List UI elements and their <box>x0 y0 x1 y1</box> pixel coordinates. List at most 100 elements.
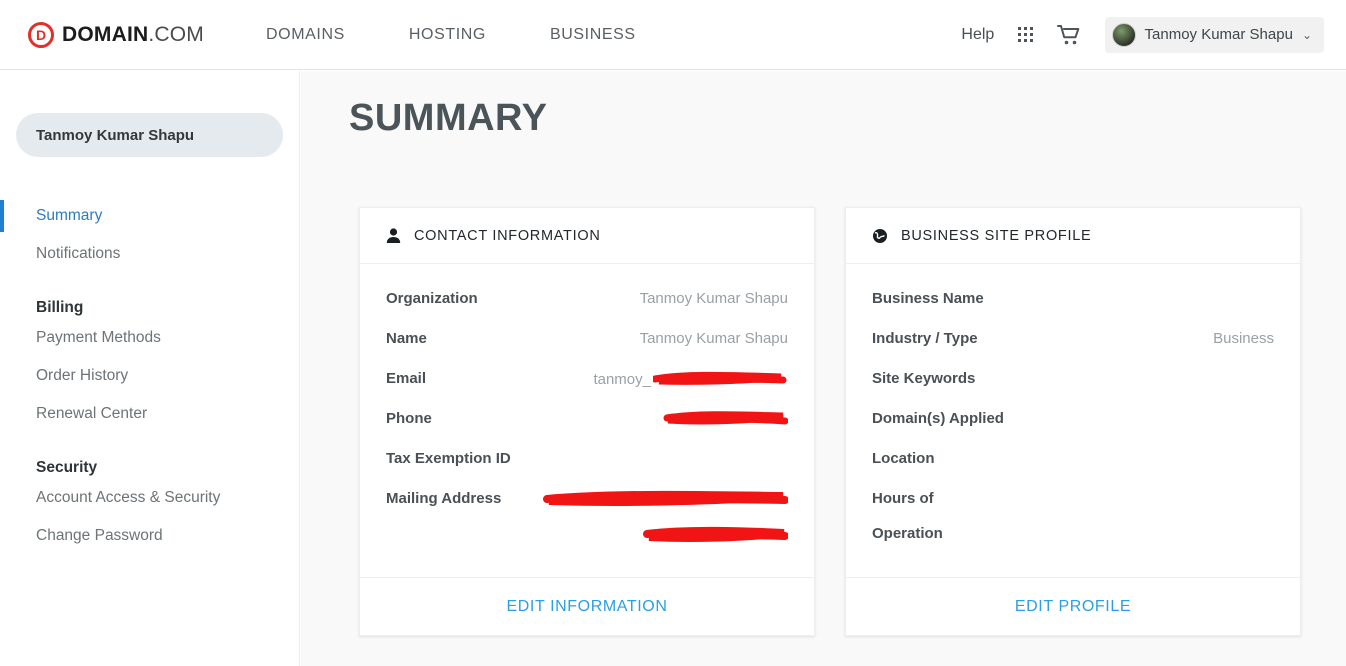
sidebar-item-summary[interactable]: Summary <box>0 197 299 235</box>
chevron-down-icon: ⌄ <box>1301 27 1312 42</box>
main-content: SUMMARY CONTACT INFORMATION Organization… <box>301 71 1346 666</box>
card-body: Business Name Industry / Type Business S… <box>846 264 1300 577</box>
redaction-scribble-icon <box>643 526 788 542</box>
sidebar-item-label: Notifications <box>36 245 121 262</box>
field-row-mailing-address: Mailing Address <box>386 490 788 542</box>
card-body: Organization Tanmoy Kumar Shapu Name Tan… <box>360 264 814 577</box>
help-link[interactable]: Help <box>961 26 994 44</box>
field-row-location: Location <box>872 450 1274 490</box>
grid-apps-icon[interactable] <box>1018 27 1033 42</box>
field-value: Tanmoy Kumar Shapu <box>639 290 788 307</box>
field-row-domains-applied: Domain(s) Applied <box>872 410 1274 450</box>
field-row-name: Name Tanmoy Kumar Shapu <box>386 330 788 370</box>
nav-item-domains[interactable]: DOMAINS <box>266 26 345 44</box>
sidebar-item-renewal-center[interactable]: Renewal Center <box>0 395 299 433</box>
field-label: Site Keywords <box>872 370 976 387</box>
field-row-hours-of: Hours of <box>872 490 1274 525</box>
top-right-actions: Help Tanmoy Kumar Shapu ⌄ <box>961 16 1324 53</box>
brand-name-bold: DOMAIN <box>62 22 149 46</box>
card-footer: EDIT INFORMATION <box>360 577 814 635</box>
field-label: Organization <box>386 290 478 307</box>
redaction-scribble-icon <box>653 371 787 385</box>
globe-icon <box>873 228 887 243</box>
redaction-scribble-icon <box>663 411 788 425</box>
sidebar-item-label: Account Access & Security <box>36 489 221 506</box>
grid-dot <box>1023 33 1027 36</box>
grid-dot <box>1029 33 1033 36</box>
user-account-menu[interactable]: Tanmoy Kumar Shapu ⌄ <box>1104 16 1324 53</box>
field-label: Name <box>386 330 427 347</box>
grid-dot <box>1029 27 1033 31</box>
field-label: Hours of <box>872 490 934 507</box>
field-row-phone: Phone <box>386 410 788 450</box>
sidebar-account-pill[interactable]: Tanmoy Kumar Shapu <box>16 113 283 157</box>
shopping-cart-icon[interactable] <box>1056 24 1081 46</box>
page-title: SUMMARY <box>349 97 548 139</box>
field-label: Industry / Type <box>872 330 978 347</box>
summary-cards: CONTACT INFORMATION Organization Tanmoy … <box>359 207 1346 636</box>
redaction-scribble-icon <box>543 490 788 506</box>
sidebar-item-label: Summary <box>36 207 103 224</box>
grid-dot <box>1023 38 1027 42</box>
field-row-site-keywords: Site Keywords <box>872 370 1274 410</box>
person-icon <box>386 227 401 243</box>
field-row-industry-type: Industry / Type Business <box>872 330 1274 370</box>
brand-wordmark: DOMAIN.COM <box>62 23 204 47</box>
sidebar-item-change-password[interactable]: Change Password <box>0 517 299 555</box>
domain-logo-mark: D <box>28 21 54 48</box>
grid-dot <box>1018 33 1022 36</box>
field-value: Business <box>1213 330 1274 347</box>
field-label: Location <box>872 450 935 467</box>
field-row-organization: Organization Tanmoy Kumar Shapu <box>386 290 788 330</box>
primary-nav: DOMAINS HOSTING BUSINESS <box>266 26 636 44</box>
card-title: BUSINESS SITE PROFILE <box>901 227 1092 244</box>
field-label: Operation <box>872 525 943 542</box>
sidebar-item-notifications[interactable]: Notifications <box>0 235 299 273</box>
field-row-email: Email tanmoy_ <box>386 370 788 410</box>
sidebar-group-security: Security <box>0 459 299 477</box>
card-header: BUSINESS SITE PROFILE <box>846 208 1300 264</box>
edit-profile-button[interactable]: EDIT PROFILE <box>1015 598 1131 616</box>
card-header: CONTACT INFORMATION <box>360 208 814 264</box>
top-navigation-bar: D DOMAIN.COM DOMAINS HOSTING BUSINESS He… <box>0 0 1346 70</box>
field-label: Domain(s) Applied <box>872 410 1004 427</box>
sidebar-nav: Summary Notifications Billing Payment Me… <box>0 197 299 555</box>
field-row-operation: Operation <box>872 525 1274 560</box>
grid-dot <box>1018 27 1022 31</box>
edit-information-button[interactable]: EDIT INFORMATION <box>506 598 667 616</box>
sidebar-item-label: Renewal Center <box>36 405 148 422</box>
user-name-label: Tanmoy Kumar Shapu <box>1144 26 1293 43</box>
contact-information-card: CONTACT INFORMATION Organization Tanmoy … <box>359 207 815 636</box>
business-site-profile-card: BUSINESS SITE PROFILE Business Name Indu… <box>845 207 1301 636</box>
sidebar-item-label: Payment Methods <box>36 329 161 346</box>
field-value: Tanmoy Kumar Shapu <box>639 330 788 347</box>
sidebar-item-account-access-security[interactable]: Account Access & Security <box>0 479 299 517</box>
brand-tld-light: .COM <box>148 22 204 46</box>
sidebar-group-title: Billing <box>36 299 84 316</box>
sidebar-item-order-history[interactable]: Order History <box>0 357 299 395</box>
sidebar-item-label: Change Password <box>36 527 163 544</box>
field-label: Phone <box>386 410 432 427</box>
card-title: CONTACT INFORMATION <box>414 227 601 244</box>
avatar <box>1111 22 1136 47</box>
grid-dot <box>1029 38 1033 42</box>
sidebar-item-label: Order History <box>36 367 129 384</box>
sidebar-group-billing: Billing <box>0 299 299 317</box>
grid-dot <box>1018 38 1022 42</box>
sidebar-account-name: Tanmoy Kumar Shapu <box>36 126 195 144</box>
sidebar: Tanmoy Kumar Shapu Summary Notifications… <box>0 71 300 666</box>
card-footer: EDIT PROFILE <box>846 577 1300 635</box>
grid-dot <box>1023 27 1027 31</box>
field-label: Tax Exemption ID <box>386 450 511 467</box>
field-value: tanmoy_ <box>593 370 651 388</box>
field-label: Mailing Address <box>386 490 502 507</box>
field-label: Business Name <box>872 290 984 307</box>
sidebar-item-payment-methods[interactable]: Payment Methods <box>0 319 299 357</box>
nav-item-hosting[interactable]: HOSTING <box>409 26 486 44</box>
sidebar-group-title: Security <box>36 459 98 476</box>
field-row-tax-exemption-id: Tax Exemption ID <box>386 450 788 490</box>
field-row-business-name: Business Name <box>872 290 1274 330</box>
field-label: Email <box>386 370 427 387</box>
domain-com-logo[interactable]: D DOMAIN.COM <box>28 21 204 48</box>
nav-item-business[interactable]: BUSINESS <box>550 26 636 44</box>
